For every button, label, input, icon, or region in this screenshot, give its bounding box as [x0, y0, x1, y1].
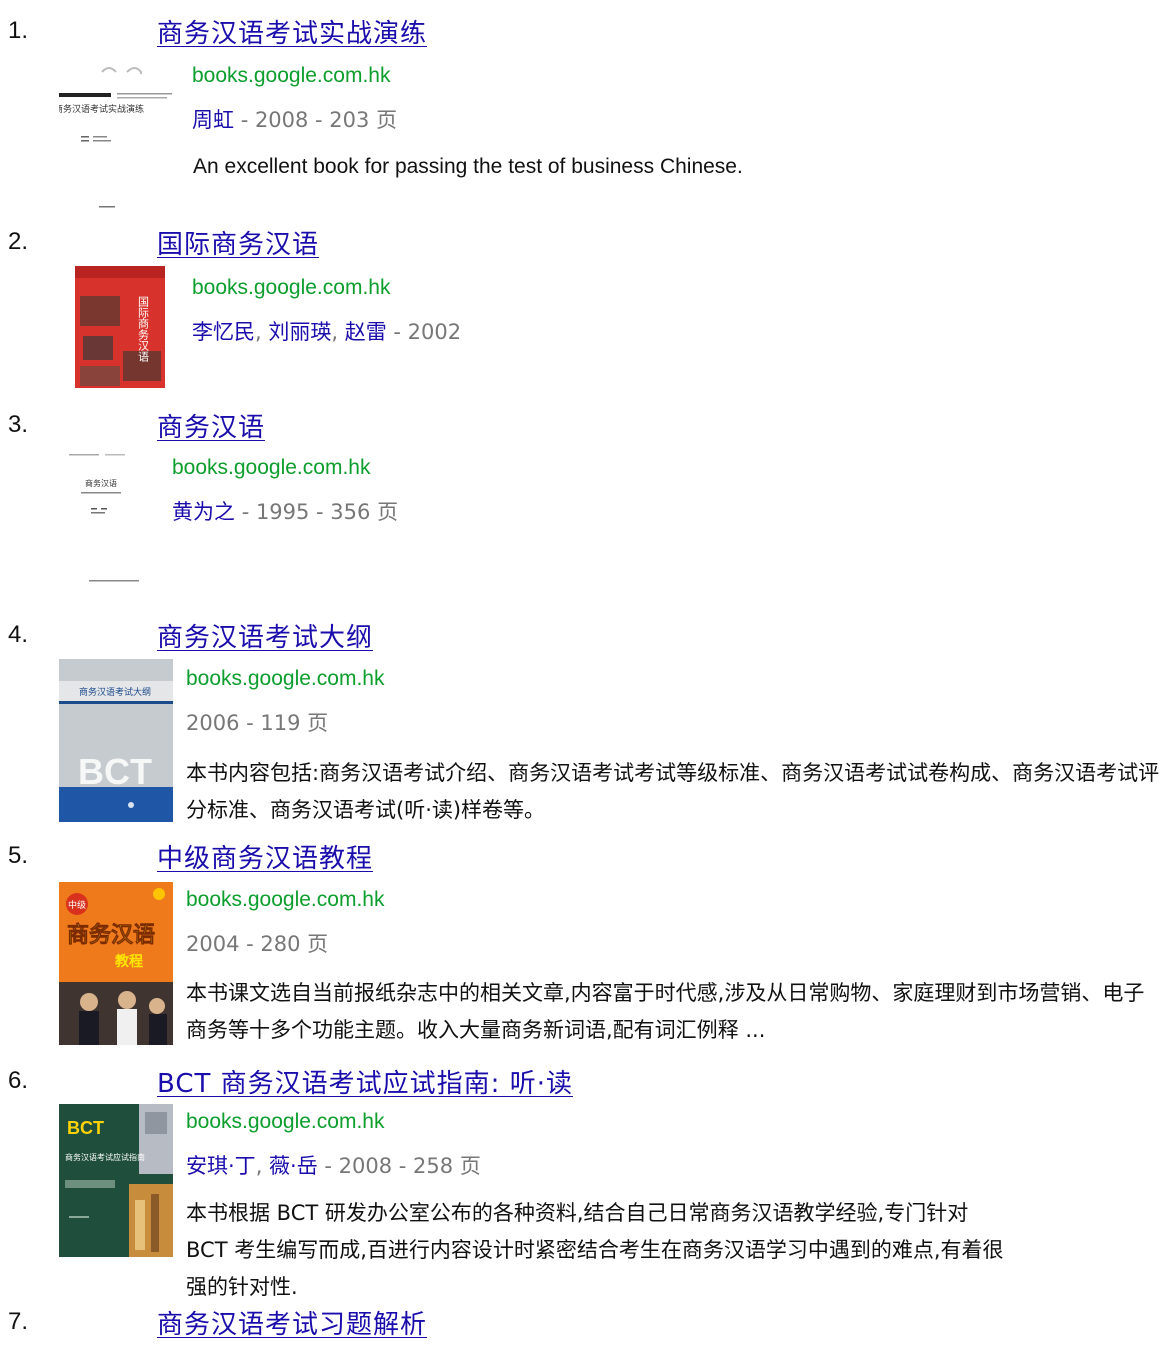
- result-number: 4.: [8, 621, 29, 648]
- result-meta-info: 2004 - 280: [186, 932, 301, 956]
- result-site: books.google.com.hk: [172, 456, 371, 479]
- result-title-link[interactable]: 商务汉语考试大纲: [157, 617, 373, 654]
- author-link[interactable]: 黄为之: [172, 500, 235, 524]
- result-title-link[interactable]: 中级商务汉语教程: [157, 838, 373, 875]
- result-title-link[interactable]: 国际商务汉语: [157, 224, 319, 261]
- page-unit: 页: [307, 711, 329, 735]
- result-meta-info: - 1995 - 356: [241, 500, 371, 524]
- book-cover-thumbnail[interactable]: 国际商务汉语: [75, 266, 165, 388]
- result-description: An excellent book for passing the test o…: [193, 155, 743, 178]
- cover-title: 商务汉语: [67, 922, 155, 948]
- page-unit: 页: [377, 500, 399, 524]
- result-meta-info: - 2008 - 258: [324, 1154, 454, 1178]
- result-site: books.google.com.hk: [186, 667, 385, 690]
- cover-title: 商务汉语: [85, 478, 117, 488]
- result-number: 2.: [8, 228, 29, 255]
- page-unit: 页: [376, 108, 398, 132]
- result-site: books.google.com.hk: [186, 888, 385, 911]
- book-cover-thumbnail[interactable]: 商务汉语考试实战演练: [59, 62, 182, 222]
- result-meta: 2004 - 280 页: [186, 928, 328, 958]
- author-link[interactable]: 周虹: [192, 108, 234, 132]
- result-meta: 周虹 - 2008 - 203 页: [192, 104, 397, 134]
- result-description: 本书根据 BCT 研发办公室公布的各种资料,结合自己日常商务汉语教学经验,专门针…: [186, 1201, 1004, 1299]
- author-link[interactable]: 薇·岳: [269, 1154, 318, 1178]
- book-cover-thumbnail[interactable]: 商务汉语考试大纲 BCT: [59, 659, 173, 822]
- result-title-link[interactable]: 商务汉语考试实战演练: [157, 13, 427, 50]
- cover-title: 商务汉语考试实战演练: [59, 103, 144, 115]
- author-link[interactable]: 安琪·丁: [186, 1154, 256, 1178]
- cover-title: 国际商务汉语: [137, 296, 150, 363]
- result-meta: 李忆民, 刘丽瑛, 赵雷 - 2002: [192, 320, 462, 344]
- author-link[interactable]: 赵雷: [345, 320, 387, 344]
- author-link[interactable]: 刘丽瑛: [268, 320, 331, 344]
- cover-title: 商务汉语考试大纲: [79, 686, 151, 698]
- result-number: 1.: [8, 17, 29, 44]
- result-meta: 2006 - 119 页: [186, 707, 328, 737]
- result-description: 本书课文选自当前报纸杂志中的相关文章,内容富于时代感,涉及从日常购物、家庭理财到…: [186, 981, 1145, 1042]
- result-site: books.google.com.hk: [186, 1110, 385, 1133]
- result-meta-info: - 2008 - 203: [240, 108, 370, 132]
- result-number: 3.: [8, 411, 29, 438]
- book-cover-thumbnail[interactable]: BCT 商务汉语考试应试指南: [59, 1104, 173, 1257]
- result-number: 7.: [8, 1308, 29, 1335]
- result-number: 5.: [8, 842, 29, 869]
- cover-logo: BCT: [78, 751, 152, 792]
- book-cover-thumbnail[interactable]: 商务汉语: [61, 448, 163, 598]
- result-number: 6.: [8, 1067, 29, 1094]
- result-meta: 黄为之 - 1995 - 356 页: [172, 496, 398, 526]
- book-cover-thumbnail[interactable]: 中级 商务汉语 教程: [59, 882, 173, 1045]
- author-link[interactable]: 李忆民: [192, 320, 255, 344]
- cover-footer: 教程: [115, 953, 143, 970]
- result-meta-info: 2006 - 119: [186, 711, 301, 735]
- result-site: books.google.com.hk: [192, 276, 391, 299]
- page-unit: 页: [307, 932, 329, 956]
- page-unit: 页: [459, 1154, 481, 1178]
- result-description: 本书内容包括:商务汉语考试介绍、商务汉语考试考试等级标准、商务汉语考试试卷构成、…: [186, 761, 1160, 822]
- cover-title: 商务汉语考试应试指南: [65, 1152, 145, 1162]
- result-site: books.google.com.hk: [192, 64, 391, 87]
- cover-subtitle: 中级: [68, 899, 86, 911]
- result-title-link[interactable]: 商务汉语: [157, 407, 265, 444]
- result-meta-info: - 2002: [393, 320, 462, 344]
- result-meta: 安琪·丁, 薇·岳 - 2008 - 258 页: [186, 1154, 481, 1178]
- cover-logo: BCT: [67, 1118, 104, 1138]
- result-title-link[interactable]: 商务汉语考试习题解析: [157, 1304, 427, 1341]
- result-title-link[interactable]: BCT 商务汉语考试应试指南: 听·读: [157, 1063, 573, 1100]
